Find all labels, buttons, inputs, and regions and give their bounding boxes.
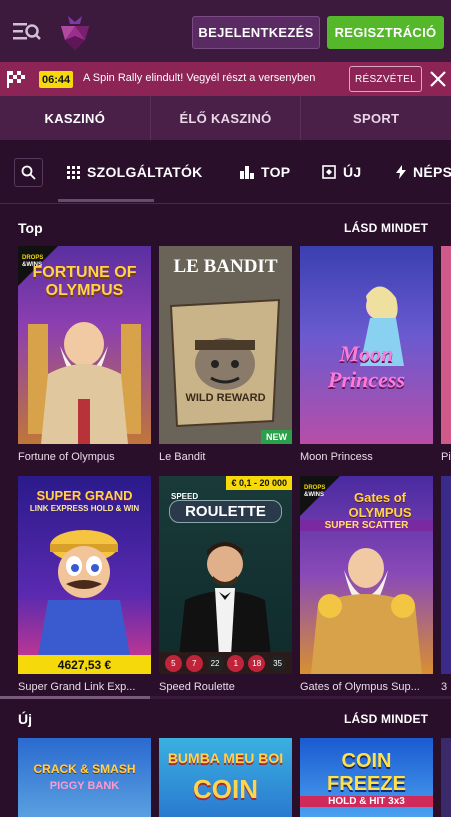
section-title-new: Új <box>18 711 32 727</box>
checkered-flag-icon <box>7 71 25 88</box>
tab-popular-label: NÉPS <box>413 164 451 180</box>
game-tile-bumba-meu-boi[interactable]: BUMBA MEU BOI COIN <box>159 738 292 817</box>
game-art-title: Gates of OLYMPUS <box>348 490 412 520</box>
game-art-title: Moon Princess <box>328 341 405 392</box>
game-name[interactable]: Gates of Olympus Sup... <box>300 681 433 693</box>
scrollbar-thumb[interactable] <box>0 696 150 699</box>
active-tab-indicator <box>58 199 154 202</box>
game-tile-speed-roulette[interactable]: € 0,1 - 20 000 SPEED ROULETTE 5 7 22 1 1… <box>159 476 292 674</box>
register-button[interactable]: REGISZTRÁCIÓ <box>327 16 444 49</box>
new-icon <box>322 165 336 179</box>
raspberry-logo[interactable] <box>58 14 92 52</box>
game-art-title: LE BANDIT <box>173 256 278 277</box>
tab-live-casino[interactable]: ÉLŐ KASZINÓ <box>151 96 302 140</box>
zeus-illustration <box>28 322 141 444</box>
top-header: BEJELENTKEZÉS REGISZTRÁCIÓ <box>0 0 451 62</box>
game-tile-coin-freeze[interactable]: COIN FREEZE HOLD & HIT 3x3 <box>300 738 433 817</box>
promo-banner: 06:44 A Spin Rally elindult! Vegyél rész… <box>0 62 451 96</box>
dealer-illustration <box>179 542 271 656</box>
roulette-number: 1 <box>227 654 245 672</box>
promo-timer: 06:44 <box>39 71 74 88</box>
grid-icon <box>67 165 80 179</box>
nav-divider <box>0 203 451 204</box>
close-icon[interactable] <box>429 70 447 88</box>
svg-text:DROPS: DROPS <box>304 485 325 491</box>
menu-search-icon[interactable] <box>13 20 41 44</box>
podium-icon <box>240 166 254 179</box>
main-nav: KASZINÓ ÉLŐ KASZINÓ SPORT <box>0 96 451 140</box>
roulette-number: 22 <box>206 654 224 672</box>
tab-new[interactable]: ÚJ <box>322 164 362 180</box>
search-icon <box>21 165 36 180</box>
game-art-title: COIN FREEZE <box>327 750 406 795</box>
zeus-illustration <box>311 548 422 674</box>
tab-popular[interactable]: NÉPS <box>396 164 451 180</box>
login-button[interactable]: BEJELENTKEZÉS <box>192 16 320 49</box>
game-art-subtitle: SUPER SCATTER <box>300 520 433 531</box>
game-name[interactable]: Le Bandit <box>159 451 292 463</box>
svg-text:DROPS: DROPS <box>22 255 43 261</box>
game-name[interactable]: Moon Princess <box>300 451 433 463</box>
game-tile-crack-smash[interactable]: CRACK & SMASH PIGGY BANK <box>18 738 151 817</box>
roulette-number: 35 <box>269 654 287 672</box>
roulette-number: 18 <box>248 654 266 672</box>
roulette-history: 5 7 22 1 18 35 <box>159 652 292 674</box>
game-name[interactable]: Speed Roulette <box>159 681 292 693</box>
wanted-poster-illustration <box>169 298 281 428</box>
roulette-number: 5 <box>164 654 182 672</box>
tab-new-label: ÚJ <box>343 164 362 180</box>
game-art-subtitle: PIGGY BANK <box>49 780 120 792</box>
section-title-top: Top <box>18 220 43 236</box>
game-tile-partial[interactable] <box>441 476 451 674</box>
see-all-top-link[interactable]: LÁSD MINDET <box>344 221 428 235</box>
tab-top[interactable]: TOP <box>240 164 290 180</box>
game-art-title: SUPER GRAND <box>36 488 133 503</box>
game-name[interactable]: Pi <box>441 451 451 463</box>
game-tile-fortune-of-olympus[interactable]: DROPS &WINS FORTUNE OF OLYMPUS <box>18 246 151 444</box>
game-art-subtitle: LINK EXPRESS HOLD & WIN <box>29 504 140 513</box>
promo-text: A Spin Rally elindult! Vegyél részt a ve… <box>83 72 316 84</box>
tab-casino[interactable]: KASZINÓ <box>0 96 151 140</box>
game-art-subtitle: COIN <box>193 774 258 804</box>
game-name[interactable]: 3 <box>441 681 451 693</box>
roulette-number: 7 <box>185 654 203 672</box>
game-tile-partial[interactable] <box>441 246 451 444</box>
jackpot-amount: 4627,53 € <box>18 655 151 674</box>
tab-top-label: TOP <box>261 164 291 180</box>
tab-sport[interactable]: SPORT <box>301 96 451 140</box>
category-nav: SZOLGÁLTATÓK TOP ÚJ NÉPS <box>0 150 451 202</box>
see-all-new-link[interactable]: LÁSD MINDET <box>344 712 428 726</box>
game-tile-le-bandit[interactable]: LE BANDIT WILD REWARD NEW <box>159 246 292 444</box>
lightning-icon <box>396 165 406 179</box>
bet-range-badge: € 0,1 - 20 000 <box>226 476 292 490</box>
game-tile-moon-princess[interactable]: Moon Princess <box>300 246 433 444</box>
game-tile-partial[interactable] <box>441 738 451 817</box>
game-art-title: CRACK & SMASH <box>33 762 136 776</box>
svg-text:&WINS: &WINS <box>304 492 324 498</box>
tab-providers-label: SZOLGÁLTATÓK <box>87 164 203 180</box>
game-tile-super-grand-link[interactable]: SUPER GRAND LINK EXPRESS HOLD & WIN 4627… <box>18 476 151 674</box>
game-art-title: BUMBA MEU BOI <box>167 750 284 766</box>
search-button[interactable] <box>14 158 43 187</box>
game-art-title: ROULETTE <box>169 500 282 523</box>
game-art-title: FORTUNE OF OLYMPUS <box>32 264 137 299</box>
game-tile-gates-of-olympus[interactable]: DROPS &WINS Gates of OLYMPUS SUPER SCATT… <box>300 476 433 674</box>
new-badge: NEW <box>261 430 292 444</box>
join-button[interactable]: RÉSZVÉTEL <box>349 66 422 92</box>
game-name[interactable]: Fortune of Olympus <box>18 451 151 463</box>
plumber-illustration <box>38 530 130 656</box>
horizontal-scrollbar[interactable] <box>0 696 451 699</box>
tab-providers[interactable]: SZOLGÁLTATÓK <box>67 164 203 180</box>
game-name[interactable]: Super Grand Link Exp... <box>18 681 151 693</box>
game-art-subtitle: HOLD & HIT 3x3 <box>300 796 433 807</box>
game-art-subtitle: WILD REWARD <box>185 392 266 404</box>
